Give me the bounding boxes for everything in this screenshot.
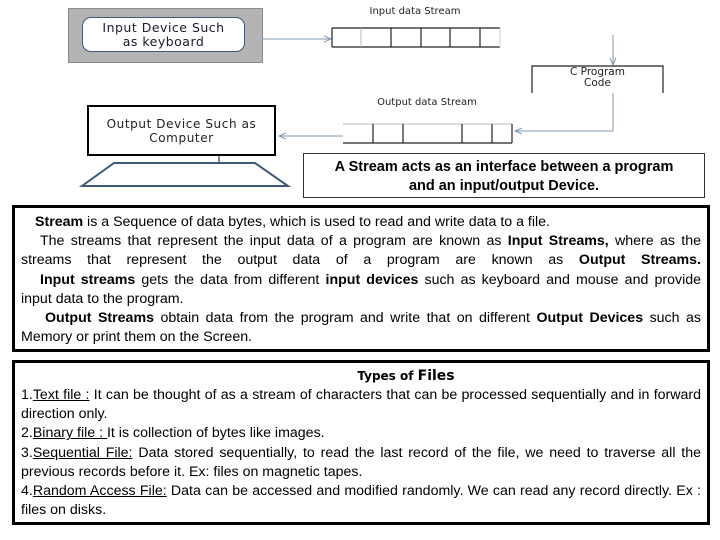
p3-term: Input streams bbox=[40, 271, 136, 288]
output-device-line2: Computer bbox=[149, 131, 214, 145]
monitor-base bbox=[78, 162, 292, 187]
item-text: It can be thought of as a stream of char… bbox=[21, 387, 702, 423]
heading-small: Types of bbox=[357, 369, 418, 383]
input-device-label: Input Device Such as keyboard bbox=[82, 17, 245, 52]
program-line2: Code bbox=[584, 77, 611, 89]
input-streams-paragraph: Input streams gets the data from differe… bbox=[21, 271, 701, 309]
file-type-item: 3.Sequential File: Data stored sequentia… bbox=[21, 444, 701, 482]
diagram-caption: A Stream acts as an interface between a … bbox=[303, 153, 705, 198]
arrow-to-output-stream bbox=[515, 93, 614, 131]
program-box-label: C Program Code bbox=[532, 67, 663, 89]
input-stream-cells bbox=[331, 27, 501, 48]
file-types-panel: Types of Files 1.Text file : It can be t… bbox=[12, 360, 710, 525]
input-output-streams-paragraph: The streams that represent the input dat… bbox=[21, 232, 701, 270]
p4-term: Output Streams bbox=[45, 310, 154, 327]
p4-text-b: obtain data from the program and write t… bbox=[153, 310, 537, 327]
item-label: Text file : bbox=[32, 387, 90, 403]
item-label: Binary file : bbox=[32, 425, 107, 442]
stream-definition: Stream is a Sequence of data bytes, whic… bbox=[21, 213, 701, 232]
item-number: 3. bbox=[21, 444, 33, 461]
file-type-item: 1.Text file : It can be thought of as a … bbox=[21, 386, 701, 424]
item-label: Sequential File: bbox=[32, 444, 133, 461]
output-device-line1: Output Device Such as bbox=[106, 117, 257, 131]
item-number: 2. bbox=[21, 425, 33, 442]
stream-term: Stream bbox=[35, 214, 84, 230]
input-stream-label: Input data Stream bbox=[369, 6, 461, 17]
streams-panel: Stream is a Sequence of data bytes, whic… bbox=[12, 205, 710, 352]
output-stream-cells bbox=[343, 123, 513, 144]
file-type-item: 4.Random Access File: Data can be access… bbox=[21, 482, 701, 520]
output-stream-label: Output data Stream bbox=[377, 97, 477, 108]
p2-text-a: The streams that represent the input dat… bbox=[40, 233, 508, 250]
heading-big: Files bbox=[417, 368, 455, 384]
output-device-monitor: Output Device Such as Computer bbox=[87, 105, 276, 156]
input-streams-term: Input Streams, bbox=[507, 233, 609, 250]
input-devices-term: input devices bbox=[325, 271, 419, 288]
output-devices-term: Output Devices bbox=[536, 310, 644, 327]
item-number: 4. bbox=[21, 483, 33, 500]
file-type-item: 2.Binary file : It is collection of byte… bbox=[21, 424, 701, 443]
p3-text-b: gets the data from different bbox=[135, 271, 326, 288]
file-types-heading: Types of Files bbox=[21, 366, 701, 386]
input-device-box: Input Device Such as keyboard bbox=[68, 8, 263, 63]
output-streams-term: Output Streams. bbox=[578, 252, 701, 269]
caption-line2: and an input/output Device. bbox=[408, 178, 600, 194]
item-text: It is collection of bytes like images. bbox=[106, 425, 325, 442]
item-label: Random Access File: bbox=[32, 483, 167, 500]
output-streams-paragraph: Output Streams obtain data from the prog… bbox=[21, 309, 701, 347]
stream-definition-text: is a Sequence of data bytes, which is us… bbox=[83, 214, 551, 230]
input-device-line2: as keyboard bbox=[122, 34, 205, 49]
input-device-line1: Input Device Such bbox=[102, 20, 225, 35]
item-number: 1. bbox=[21, 387, 33, 403]
caption-line1: A Stream acts as an interface between a … bbox=[334, 159, 674, 175]
